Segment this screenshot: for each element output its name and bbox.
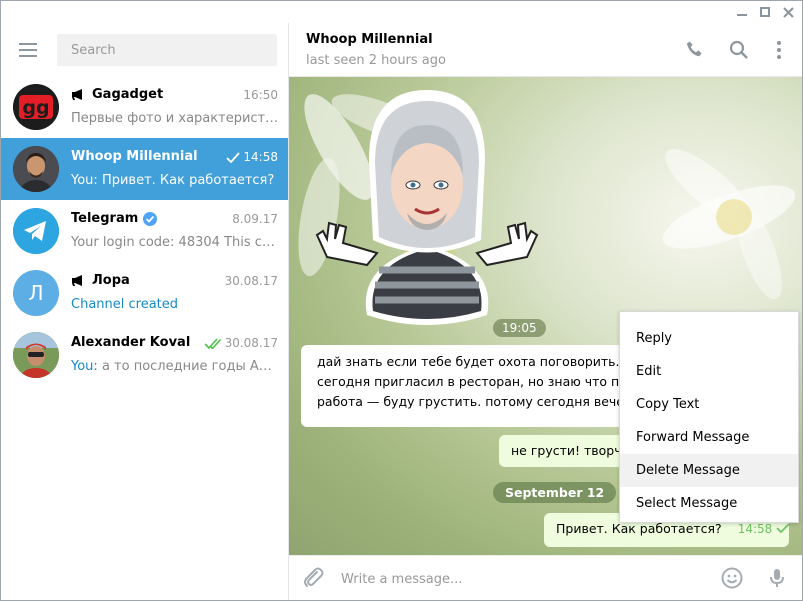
sidebar: gg Gagadget 16:50 Первые фото и характер… bbox=[1, 23, 289, 600]
chat-name: Alexander Koval bbox=[71, 335, 190, 350]
chat-time-text: 16:50 bbox=[243, 88, 278, 102]
menu-item-select-message[interactable]: Select Message bbox=[620, 487, 798, 520]
message-text-line: работа — буду грустить. потому сегодня в… bbox=[317, 394, 631, 409]
svg-text:gg: gg bbox=[22, 97, 49, 119]
sticker-image[interactable] bbox=[307, 85, 547, 340]
message-context-menu: Reply Edit Copy Text Forward Message Del… bbox=[619, 311, 799, 523]
avatar: Л bbox=[13, 270, 59, 316]
maximize-button[interactable] bbox=[754, 3, 776, 21]
chat-name-text: Лора bbox=[92, 273, 130, 288]
chat-time: 30.08.17 bbox=[203, 336, 278, 350]
menu-item-edit[interactable]: Edit bbox=[620, 355, 798, 388]
avatar: gg bbox=[13, 84, 59, 130]
telegram-logo-icon bbox=[13, 208, 59, 254]
avatar bbox=[13, 208, 59, 254]
telegram-window: gg Gagadget 16:50 Первые фото и характер… bbox=[0, 0, 803, 601]
chat-name-text: Whoop Millennial bbox=[71, 149, 198, 164]
chat-preview: Your login code: 48304 This code ... bbox=[71, 235, 279, 250]
message-input[interactable] bbox=[341, 568, 701, 590]
chat-name: Лора bbox=[71, 273, 130, 288]
chat-name-text: Telegram bbox=[71, 211, 139, 226]
chat-item-lora[interactable]: Л Лора 30.08.17 Channel created bbox=[1, 262, 288, 324]
minimize-icon bbox=[737, 14, 747, 16]
more-vertical-icon[interactable] bbox=[767, 38, 791, 62]
message-time: 14:58 bbox=[738, 522, 789, 536]
menu-item-delete-message[interactable]: Delete Message bbox=[620, 454, 798, 487]
chat-name-text: Gagadget bbox=[92, 87, 164, 102]
chat-name: Telegram bbox=[71, 211, 158, 226]
menu-icon[interactable] bbox=[19, 43, 37, 57]
preview-prefix: You: bbox=[71, 173, 98, 188]
message-text-line: дай знать если тебе будет охота поговори… bbox=[317, 354, 631, 369]
user-photo-icon bbox=[13, 332, 59, 378]
chat-item-telegram[interactable]: Telegram 8.09.17 Your login code: 48304 … bbox=[1, 200, 288, 262]
chat-preview: You: Привет. Как работается? bbox=[71, 173, 279, 188]
message-text: не грусти! творче bbox=[511, 443, 629, 458]
minimize-button[interactable] bbox=[731, 3, 753, 21]
menu-item-copy-text[interactable]: Copy Text bbox=[620, 388, 798, 421]
chat-time-text: 30.08.17 bbox=[224, 336, 278, 350]
chat-name-text: Alexander Koval bbox=[71, 335, 191, 350]
check-icon bbox=[776, 523, 789, 534]
chat-item-gagadget[interactable]: gg Gagadget 16:50 Первые фото и характер… bbox=[1, 76, 288, 138]
chat-item-whoop-millennial[interactable]: Whoop Millennial 14:58 You: Привет. Как … bbox=[1, 138, 288, 200]
avatar bbox=[13, 332, 59, 378]
preview-prefix: You: bbox=[71, 359, 98, 374]
avatar-letter: Л bbox=[28, 281, 44, 305]
chat-list: gg Gagadget 16:50 Первые фото и характер… bbox=[1, 76, 288, 386]
incoming-message[interactable]: дай знать если тебе будет охота поговори… bbox=[301, 345, 631, 427]
peer-name[interactable]: Whoop Millennial bbox=[306, 32, 433, 47]
verified-badge-icon bbox=[143, 211, 158, 226]
emoji-icon[interactable] bbox=[720, 566, 744, 590]
menu-item-reply[interactable]: Reply bbox=[620, 322, 798, 355]
message-text: Привет. Как работается? bbox=[556, 521, 722, 536]
sticker-time: 19:05 bbox=[493, 319, 546, 337]
chat-preview: You: а то последние годы Алке з... bbox=[71, 359, 279, 374]
search-icon[interactable] bbox=[727, 38, 751, 62]
maximize-icon bbox=[760, 7, 770, 17]
chat-preview: Channel created bbox=[71, 297, 179, 312]
chat-name: Gagadget bbox=[71, 87, 163, 102]
close-icon bbox=[782, 6, 794, 18]
search-input[interactable] bbox=[57, 34, 277, 66]
outgoing-message[interactable]: не грусти! творче bbox=[499, 435, 629, 467]
message-time-text: 14:58 bbox=[737, 522, 773, 536]
preview-text: а то последние годы Алке з... bbox=[101, 359, 279, 374]
chat-time: 14:58 bbox=[226, 150, 278, 164]
chat-time-text: 14:58 bbox=[243, 150, 278, 164]
attach-icon[interactable] bbox=[301, 566, 325, 590]
channel-megaphone-icon bbox=[72, 275, 82, 286]
date-divider: September 12 bbox=[493, 482, 617, 503]
phone-icon[interactable] bbox=[683, 38, 707, 62]
peer-status: last seen 2 hours ago bbox=[306, 53, 446, 68]
chat-time-text: 30.08.17 bbox=[224, 274, 278, 288]
channel-megaphone-icon bbox=[72, 89, 82, 100]
chat-item-alexander-koval[interactable]: Alexander Koval 30.08.17 You: а то после… bbox=[1, 324, 288, 386]
title-bar bbox=[1, 1, 802, 23]
chat-time: 30.08.17 bbox=[225, 274, 278, 288]
gagadget-logo-icon: gg bbox=[13, 84, 59, 130]
message-composer bbox=[289, 555, 802, 600]
message-text-line: сегодня пригласил в ресторан, но знаю чт… bbox=[317, 374, 631, 389]
double-check-icon bbox=[203, 337, 221, 349]
close-button[interactable] bbox=[777, 3, 799, 21]
chat-name: Whoop Millennial bbox=[71, 149, 198, 164]
chat-time: 16:50 bbox=[243, 88, 278, 102]
microphone-icon[interactable] bbox=[765, 566, 789, 590]
check-icon bbox=[226, 151, 241, 163]
chat-preview: Первые фото и характеристики ... bbox=[71, 111, 279, 126]
chat-time-text: 8.09.17 bbox=[232, 212, 278, 226]
chat-time: 8.09.17 bbox=[232, 212, 278, 226]
user-photo-icon bbox=[13, 146, 59, 192]
chat-header: Whoop Millennial last seen 2 hours ago bbox=[289, 23, 802, 77]
avatar bbox=[13, 146, 59, 192]
menu-item-forward-message[interactable]: Forward Message bbox=[620, 421, 798, 454]
preview-text: Привет. Как работается? bbox=[101, 173, 275, 188]
